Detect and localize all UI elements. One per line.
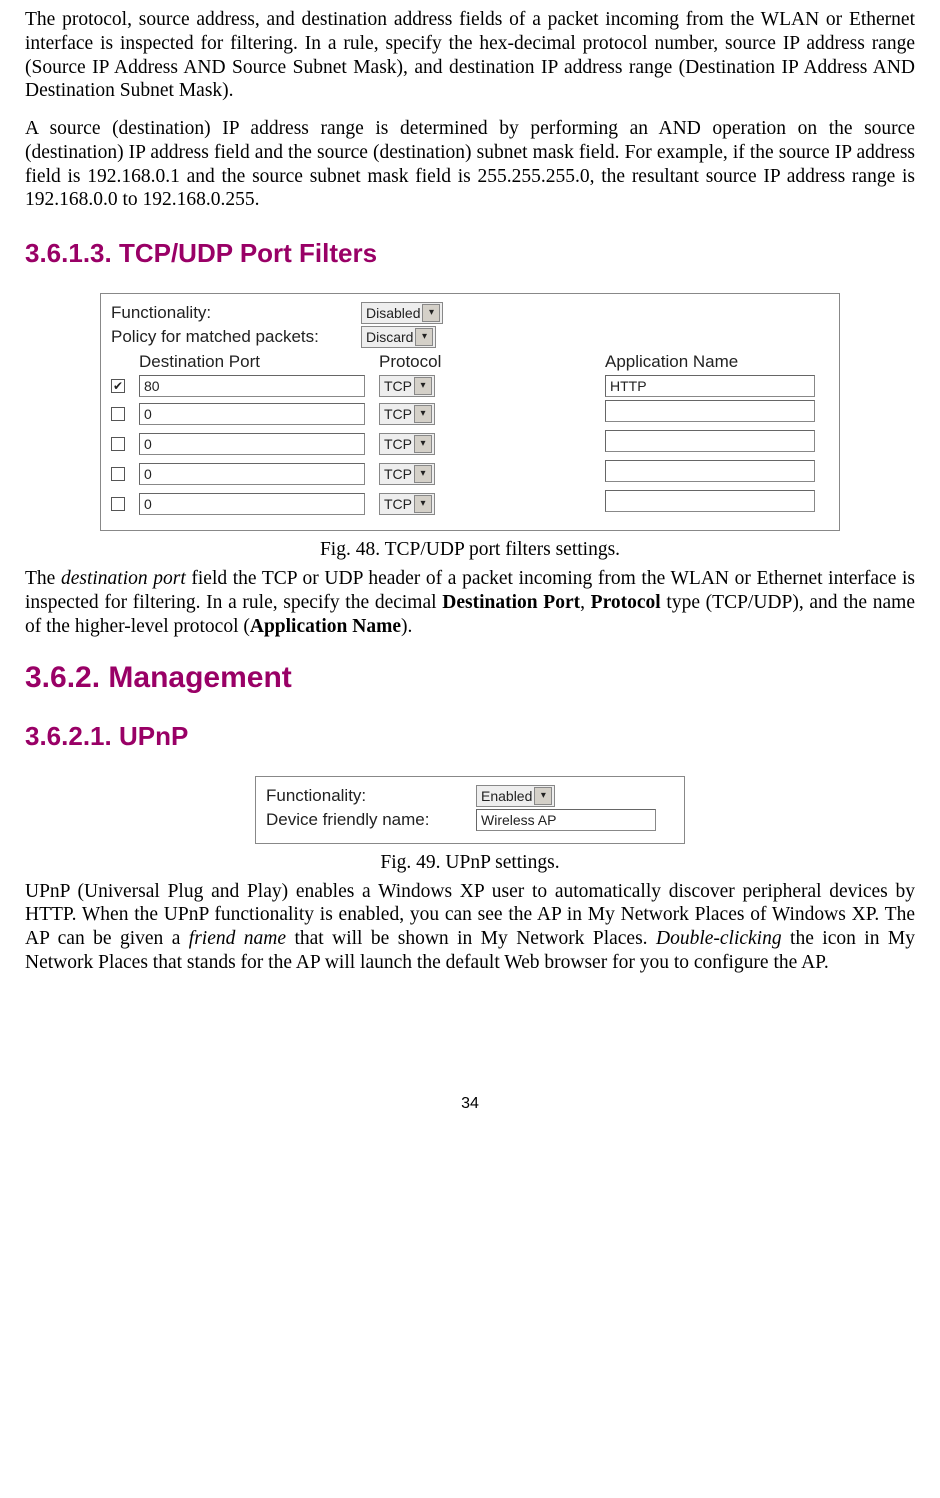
- application-name-input[interactable]: [605, 400, 815, 422]
- functionality-label: Functionality:: [266, 786, 476, 806]
- upnp-panel: Functionality: Enabled ▾ Device friendly…: [255, 776, 685, 844]
- header-destination-port: Destination Port: [139, 352, 379, 372]
- protocol-select[interactable]: TCP ▾: [379, 463, 435, 485]
- protocol-select[interactable]: TCP ▾: [379, 375, 435, 397]
- chevron-down-icon: ▾: [414, 377, 432, 395]
- functionality-select[interactable]: Enabled ▾: [476, 785, 555, 807]
- text-italic: destination port: [61, 568, 186, 589]
- chevron-down-icon: ▾: [534, 787, 552, 805]
- text: ).: [401, 616, 412, 637]
- chevron-down-icon: ▾: [422, 304, 440, 322]
- paragraph: A source (destination) IP address range …: [25, 117, 915, 212]
- select-value: TCP: [384, 496, 412, 512]
- figure-caption: Fig. 49. UPnP settings.: [25, 852, 915, 874]
- column-headers: Destination Port Protocol Application Na…: [111, 352, 829, 372]
- select-value: Disabled: [366, 305, 420, 321]
- select-value: TCP: [384, 466, 412, 482]
- heading-upnp: 3.6.2.1. UPnP: [25, 721, 915, 752]
- select-value: TCP: [384, 436, 412, 452]
- table-row: 0 TCP ▾: [111, 490, 829, 517]
- chevron-down-icon: ▾: [414, 465, 432, 483]
- text: that will be shown in My Network Places.: [286, 928, 656, 949]
- device-friendly-name-input[interactable]: Wireless AP: [476, 809, 656, 831]
- row-checkbox[interactable]: [111, 497, 125, 511]
- figure-caption: Fig. 48. TCP/UDP port filters settings.: [25, 539, 915, 561]
- destination-port-input[interactable]: 0: [139, 493, 365, 515]
- protocol-select[interactable]: TCP ▾: [379, 433, 435, 455]
- row-checkbox[interactable]: ✔: [111, 379, 125, 393]
- text-bold: Application Name: [250, 616, 401, 637]
- chevron-down-icon: ▾: [414, 495, 432, 513]
- chevron-down-icon: ▾: [414, 405, 432, 423]
- row-checkbox[interactable]: [111, 407, 125, 421]
- destination-port-input[interactable]: 0: [139, 463, 365, 485]
- text: ,: [580, 592, 591, 613]
- header-protocol: Protocol: [379, 352, 605, 372]
- heading-management: 3.6.2. Management: [25, 661, 915, 695]
- policy-label: Policy for matched packets:: [111, 327, 361, 347]
- application-name-input[interactable]: [605, 490, 815, 512]
- select-value: TCP: [384, 378, 412, 394]
- select-value: Enabled: [481, 788, 532, 804]
- chevron-down-icon: ▾: [415, 328, 433, 346]
- policy-select[interactable]: Discard ▾: [361, 326, 436, 348]
- text-italic: Double-clicking: [656, 928, 782, 949]
- port-filters-panel: Functionality: Disabled ▾ Policy for mat…: [100, 293, 840, 531]
- functionality-label: Functionality:: [111, 303, 361, 323]
- select-value: Discard: [366, 329, 413, 345]
- destination-port-input[interactable]: 80: [139, 375, 365, 397]
- table-row: ✔ 80 TCP ▾ HTTP: [111, 375, 829, 397]
- paragraph: UPnP (Universal Plug and Play) enables a…: [25, 880, 915, 975]
- destination-port-input[interactable]: 0: [139, 433, 365, 455]
- paragraph: The destination port field the TCP or UD…: [25, 567, 915, 638]
- header-application-name: Application Name: [605, 352, 829, 372]
- select-value: TCP: [384, 406, 412, 422]
- table-row: 0 TCP ▾: [111, 430, 829, 457]
- protocol-select[interactable]: TCP ▾: [379, 403, 435, 425]
- table-row: 0 TCP ▾: [111, 400, 829, 427]
- text-bold: Protocol: [591, 592, 661, 613]
- chevron-down-icon: ▾: [414, 435, 432, 453]
- row-checkbox[interactable]: [111, 437, 125, 451]
- text: The: [25, 568, 61, 589]
- paragraph: The protocol, source address, and destin…: [25, 8, 915, 103]
- application-name-input[interactable]: [605, 460, 815, 482]
- application-name-input[interactable]: [605, 430, 815, 452]
- application-name-input[interactable]: HTTP: [605, 375, 815, 397]
- heading-tcp-udp-port-filters: 3.6.1.3. TCP/UDP Port Filters: [25, 238, 915, 269]
- device-friendly-name-label: Device friendly name:: [266, 810, 476, 830]
- protocol-select[interactable]: TCP ▾: [379, 493, 435, 515]
- text-italic: friend name: [189, 928, 286, 949]
- page-number: 34: [25, 1095, 915, 1113]
- table-row: 0 TCP ▾: [111, 460, 829, 487]
- text-bold: Destination Port: [442, 592, 580, 613]
- functionality-select[interactable]: Disabled ▾: [361, 302, 443, 324]
- row-checkbox[interactable]: [111, 467, 125, 481]
- destination-port-input[interactable]: 0: [139, 403, 365, 425]
